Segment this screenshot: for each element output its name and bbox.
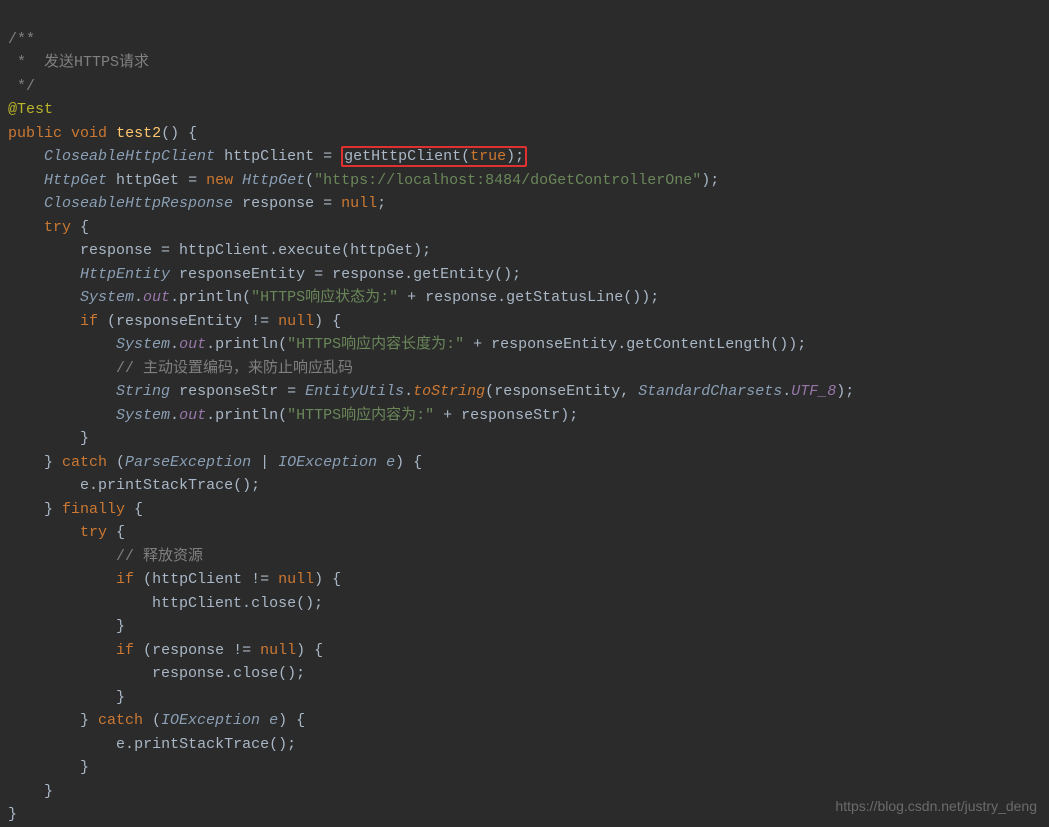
- type-ioexception-2: IOException: [161, 712, 260, 729]
- type-closeable-client: CloseableHttpClient: [44, 148, 215, 165]
- kw-try-1: try: [44, 219, 71, 236]
- var-e-1: e: [386, 454, 395, 471]
- kw-try-2: try: [80, 524, 107, 541]
- literal-null-2: null: [278, 313, 314, 330]
- type-system-3: System: [116, 407, 170, 424]
- string-status: "HTTPS响应状态为:": [251, 289, 398, 306]
- arg-httpGet: httpGet: [350, 242, 413, 259]
- type-standardcharsets: StandardCharsets: [638, 383, 782, 400]
- var-responseStr: responseStr: [179, 383, 278, 400]
- call-close-1: close: [251, 595, 296, 612]
- code-editor[interactable]: /** * 发送HTTPS请求 */ @Test public void tes…: [0, 0, 1049, 827]
- call-printStackTrace-1: printStackTrace: [98, 477, 233, 494]
- string-length: "HTTPS响应内容长度为:": [287, 336, 464, 353]
- kw-public: public: [8, 125, 62, 142]
- string-content: "HTTPS响应内容为:": [287, 407, 434, 424]
- field-out-3: out: [179, 407, 206, 424]
- literal-true: true: [470, 148, 506, 165]
- kw-new: new: [206, 172, 233, 189]
- comment-release: // 释放资源: [116, 548, 203, 565]
- highlighted-call: getHttpClient(true);: [341, 146, 527, 167]
- field-out-2: out: [179, 336, 206, 353]
- type-httpget: HttpGet: [44, 172, 107, 189]
- var-response: response: [242, 195, 314, 212]
- kw-if-2: if: [116, 571, 134, 588]
- var-responseEntity: responseEntity: [179, 266, 305, 283]
- literal-null-4: null: [260, 642, 296, 659]
- var-httpClient-4: httpClient: [152, 595, 242, 612]
- method-name: test2: [116, 125, 161, 142]
- field-utf8: UTF_8: [791, 383, 836, 400]
- arg-responseEntity: responseEntity: [494, 383, 620, 400]
- var-e-4: e: [116, 736, 125, 753]
- literal-null-1: null: [341, 195, 377, 212]
- var-response-6: response: [152, 665, 224, 682]
- watermark: https://blog.csdn.net/justry_deng: [835, 795, 1037, 819]
- call-getStatusLine: getStatusLine: [506, 289, 623, 306]
- call-printStackTrace-2: printStackTrace: [134, 736, 269, 753]
- call-close-2: close: [233, 665, 278, 682]
- literal-null-3: null: [278, 571, 314, 588]
- type-entityutils: EntityUtils: [305, 383, 404, 400]
- type-closeable-response: CloseableHttpResponse: [44, 195, 233, 212]
- type-httpentity: HttpEntity: [80, 266, 170, 283]
- kw-catch-1: catch: [62, 454, 107, 471]
- kw-void: void: [71, 125, 107, 142]
- ctor-httpget: HttpGet: [242, 172, 305, 189]
- call-toString: toString: [413, 383, 485, 400]
- string-url: "https://localhost:8484/doGetControllerO…: [314, 172, 701, 189]
- var-e-2: e: [80, 477, 89, 494]
- call-println-1: println: [179, 289, 242, 306]
- var-response-2: response: [80, 242, 152, 259]
- var-httpClient: httpClient: [224, 148, 314, 165]
- call-execute: execute: [278, 242, 341, 259]
- call-getEntity: getEntity: [413, 266, 494, 283]
- type-system-1: System: [80, 289, 134, 306]
- call-getHttpClient: getHttpClient: [344, 148, 461, 165]
- comment-block-close: */: [8, 78, 35, 95]
- type-string: String: [116, 383, 170, 400]
- type-ioexception-1: IOException: [278, 454, 377, 471]
- field-out-1: out: [143, 289, 170, 306]
- call-getContentLength: getContentLength: [626, 336, 770, 353]
- call-println-2: println: [215, 336, 278, 353]
- var-httpGet: httpGet: [116, 172, 179, 189]
- annotation-test: @Test: [8, 101, 53, 118]
- comment-encoding: // 主动设置编码，来防止响应乱码: [116, 360, 353, 377]
- var-response-5: response: [152, 642, 224, 659]
- var-responseEntity-3: responseEntity: [491, 336, 617, 353]
- call-println-3: println: [215, 407, 278, 424]
- var-responseEntity-2: responseEntity: [116, 313, 242, 330]
- var-httpClient-3: httpClient: [152, 571, 242, 588]
- var-e-3: e: [269, 712, 278, 729]
- comment-desc: * 发送HTTPS请求: [8, 54, 149, 71]
- var-httpClient-2: httpClient: [179, 242, 269, 259]
- type-parseexception: ParseException: [125, 454, 251, 471]
- kw-if-1: if: [80, 313, 98, 330]
- kw-finally: finally: [62, 501, 125, 518]
- type-system-2: System: [116, 336, 170, 353]
- var-response-4: response: [425, 289, 497, 306]
- kw-if-3: if: [116, 642, 134, 659]
- comment-block-open: /**: [8, 31, 35, 48]
- var-response-3: response: [332, 266, 404, 283]
- kw-catch-2: catch: [98, 712, 143, 729]
- var-responseStr-2: responseStr: [461, 407, 560, 424]
